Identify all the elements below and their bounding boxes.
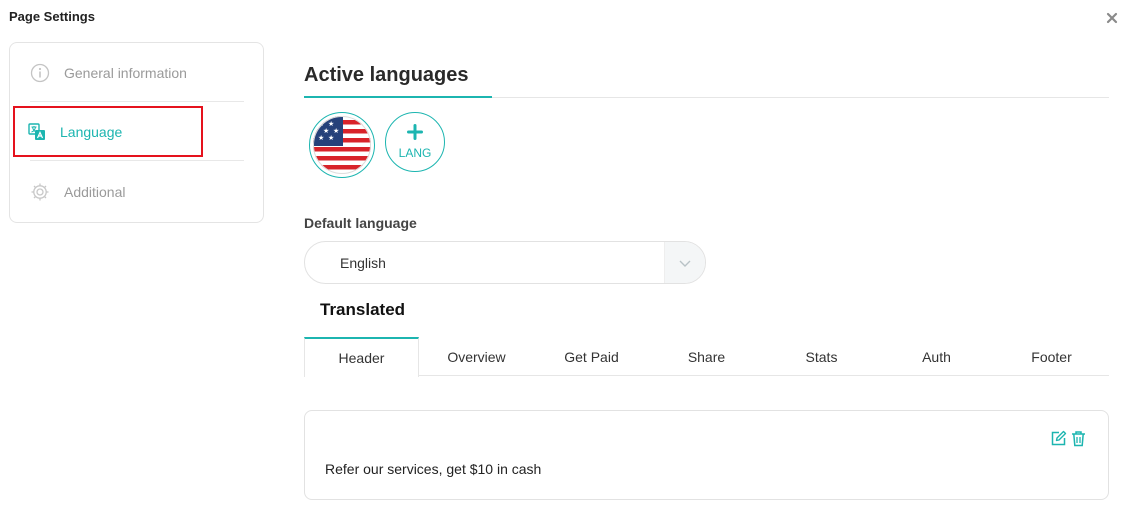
sidebar-item-label: Language bbox=[60, 123, 123, 140]
page-settings-dialog: Page Settings General information Langua… bbox=[0, 0, 1130, 508]
tab-share[interactable]: Share bbox=[649, 337, 764, 376]
tab-overview[interactable]: Overview bbox=[419, 337, 534, 376]
tab-get-paid[interactable]: Get Paid bbox=[534, 337, 649, 376]
close-button[interactable] bbox=[1105, 11, 1119, 25]
chevron-down-icon[interactable] bbox=[664, 242, 705, 283]
default-language-label: Default language bbox=[304, 215, 417, 231]
trash-icon[interactable] bbox=[1070, 430, 1087, 447]
language-flag-us-button[interactable]: ★ ★ ★ ★ ★ ★ bbox=[309, 112, 375, 178]
settings-sidebar: General information Language Additional bbox=[9, 42, 264, 223]
tab-header[interactable]: Header bbox=[304, 337, 419, 377]
tab-stats[interactable]: Stats bbox=[764, 337, 879, 376]
sidebar-item-label: General information bbox=[64, 64, 187, 81]
translation-tabs: Header Overview Get Paid Share Stats Aut… bbox=[304, 337, 1109, 377]
title-underline bbox=[304, 96, 492, 98]
us-flag-icon: ★ ★ ★ ★ ★ ★ bbox=[313, 116, 371, 174]
section-title: Active languages bbox=[304, 64, 469, 86]
gear-icon bbox=[30, 182, 50, 202]
translation-text: Refer our services, get $10 in cash bbox=[325, 461, 542, 477]
default-language-value: English bbox=[340, 255, 386, 271]
svg-text:★: ★ bbox=[328, 134, 334, 142]
card-actions bbox=[1050, 430, 1087, 447]
translation-card: Refer our services, get $10 in cash bbox=[304, 410, 1109, 500]
add-language-button[interactable]: LANG bbox=[385, 112, 445, 172]
dialog-title: Page Settings bbox=[9, 9, 95, 24]
info-icon bbox=[30, 63, 50, 83]
add-language-label: LANG bbox=[398, 146, 432, 160]
close-icon bbox=[1106, 12, 1118, 24]
edit-icon[interactable] bbox=[1050, 430, 1067, 447]
default-language-select[interactable]: English bbox=[304, 241, 706, 284]
tab-auth[interactable]: Auth bbox=[879, 337, 994, 376]
sidebar-item-label: Additional bbox=[64, 184, 126, 200]
tab-footer[interactable]: Footer bbox=[994, 337, 1109, 376]
sidebar-item-language[interactable]: Language bbox=[27, 103, 244, 161]
plus-icon bbox=[407, 124, 423, 142]
sidebar-item-additional[interactable]: Additional bbox=[30, 163, 244, 221]
svg-text:★: ★ bbox=[318, 134, 324, 142]
sidebar-item-general-information[interactable]: General information bbox=[30, 44, 244, 102]
translate-icon bbox=[27, 122, 47, 142]
translated-title: Translated bbox=[320, 300, 406, 319]
